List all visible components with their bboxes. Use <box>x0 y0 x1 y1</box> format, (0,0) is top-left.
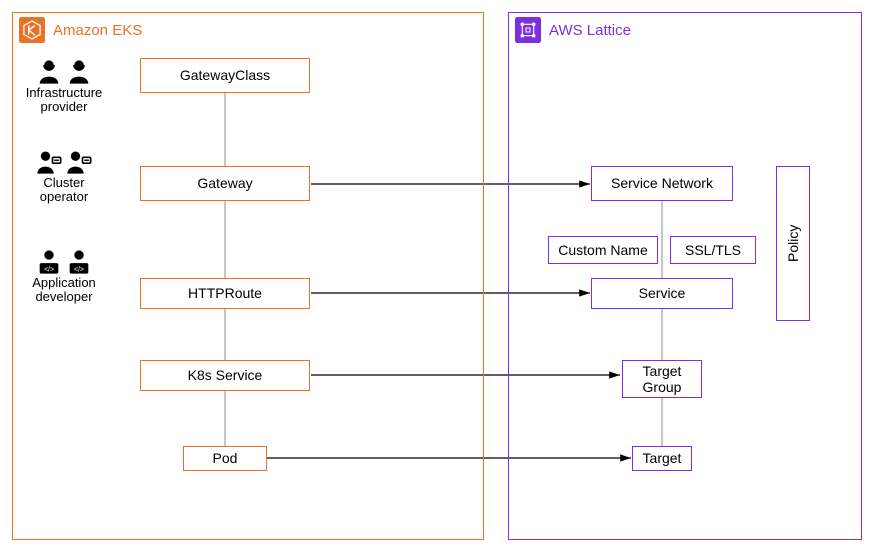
lattice-title: AWS Lattice <box>549 22 631 39</box>
role-appdev-label: Application developer <box>14 276 114 305</box>
node-target-group: Target Group <box>622 360 702 398</box>
node-k8s-service: K8s Service <box>140 360 310 391</box>
node-service-network: Service Network <box>591 166 733 201</box>
node-custom-name: Custom Name <box>548 236 658 264</box>
lattice-header: AWS Lattice <box>509 13 631 47</box>
node-gateway: Gateway <box>140 166 310 201</box>
node-policy: Policy <box>776 166 810 321</box>
eks-icon <box>19 17 45 43</box>
eks-title: Amazon EKS <box>53 22 142 39</box>
role-cluster: Cluster operator <box>14 148 114 205</box>
role-appdev: </> </> Application developer <box>14 248 114 305</box>
eks-header: Amazon EKS <box>13 13 142 47</box>
node-pod: Pod <box>183 446 267 471</box>
worker-icon <box>65 58 93 86</box>
svg-text:</>: </> <box>74 266 84 273</box>
lattice-icon <box>515 17 541 43</box>
node-service: Service <box>591 278 733 309</box>
node-httproute: HTTPRoute <box>140 278 310 309</box>
node-gatewayclass: GatewayClass <box>140 58 310 93</box>
developer-icon: </> <box>65 248 93 276</box>
svg-text:</>: </> <box>44 266 54 273</box>
role-cluster-label: Cluster operator <box>14 176 114 205</box>
worker-icon <box>35 58 63 86</box>
operator-icon <box>65 148 93 176</box>
role-infra-label: Infrastructure provider <box>14 86 114 115</box>
node-target: Target <box>632 446 692 471</box>
role-infra: Infrastructure provider <box>14 58 114 115</box>
operator-icon <box>35 148 63 176</box>
node-ssl-tls: SSL/TLS <box>670 236 756 264</box>
developer-icon: </> <box>35 248 63 276</box>
